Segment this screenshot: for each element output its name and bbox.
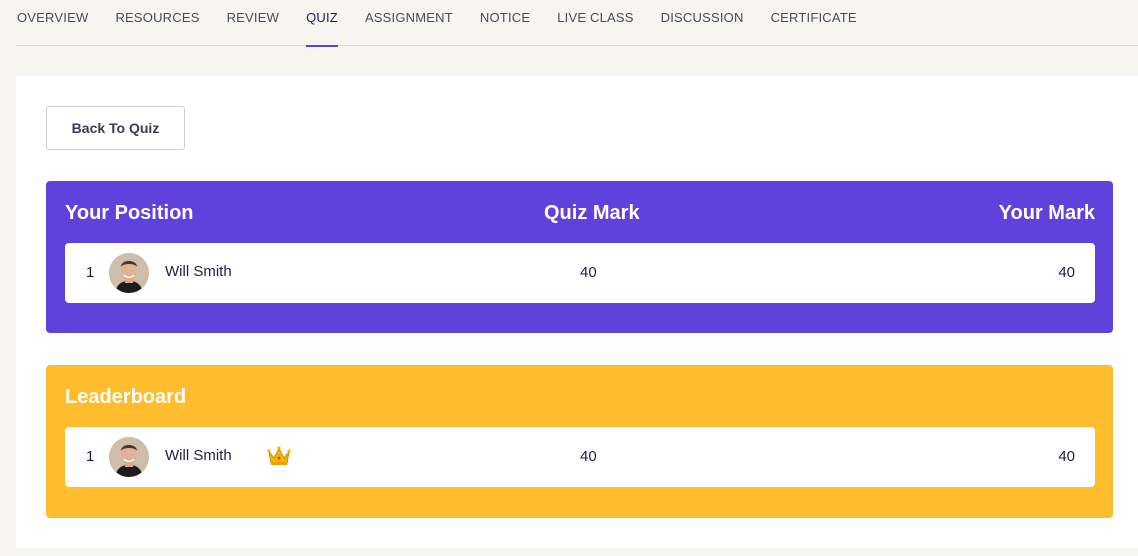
tab-notice[interactable]: NOTICE: [480, 0, 530, 46]
tab-review[interactable]: REVIEW: [227, 0, 279, 46]
quiz-mark-value: 40: [580, 448, 597, 465]
rank-number: 1: [86, 264, 95, 281]
leaderboard-header: Leaderboard: [65, 386, 1095, 416]
tab-live-class[interactable]: LIVE CLASS: [557, 0, 633, 46]
quiz-result-panel: Back To Quiz Your Position Quiz Mark You…: [16, 76, 1138, 548]
your-mark-heading: Your Mark: [998, 202, 1095, 224]
position-header: Your Position Quiz Mark Your Mark: [65, 202, 1095, 232]
back-to-quiz-button[interactable]: Back To Quiz: [46, 106, 185, 150]
tab-certificate[interactable]: CERTIFICATE: [771, 0, 857, 46]
crown-icon: [267, 445, 291, 467]
rank-number: 1: [86, 448, 95, 465]
course-tabs: OVERVIEW RESOURCES REVIEW QUIZ ASSIGNMEN…: [16, 0, 1138, 47]
user-name: Will Smith: [165, 263, 232, 280]
user-name: Will Smith: [165, 447, 232, 464]
leaderboard-title: Leaderboard: [65, 386, 187, 408]
leaderboard-card: Leaderboard 1 Will Smith 40 40: [46, 365, 1113, 518]
quiz-mark-heading: Quiz Mark: [544, 202, 640, 224]
leaderboard-row: 1 Will Smith 40 40: [65, 427, 1095, 487]
tab-quiz[interactable]: QUIZ: [306, 0, 338, 47]
tab-resources[interactable]: RESOURCES: [115, 0, 199, 46]
tab-overview[interactable]: OVERVIEW: [17, 0, 88, 46]
tab-assignment[interactable]: ASSIGNMENT: [365, 0, 453, 46]
tab-discussion[interactable]: DISCUSSION: [661, 0, 744, 46]
quiz-mark-value: 40: [580, 264, 597, 281]
position-title: Your Position: [65, 202, 194, 224]
your-position-card: Your Position Quiz Mark Your Mark 1 Will…: [46, 181, 1113, 333]
your-mark-value: 40: [1058, 264, 1075, 281]
user-avatar-icon: [109, 437, 149, 477]
position-row: 1 Will Smith 40 40: [65, 243, 1095, 303]
your-mark-value: 40: [1058, 448, 1075, 465]
user-avatar-icon: [109, 253, 149, 293]
